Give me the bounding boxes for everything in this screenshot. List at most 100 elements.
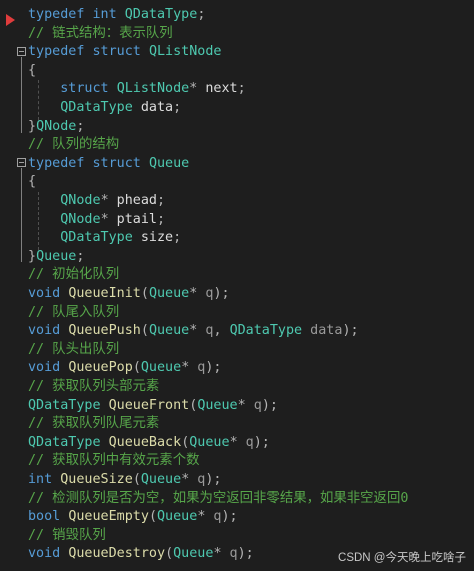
code-line[interactable]: { [0,62,474,81]
code-token: QNode [36,118,77,134]
code-line-text: // 检测队列是否为空，如果为空返回非零结果，如果非空返回0 [28,490,408,509]
code-token: ( [132,472,141,487]
code-token: ptail [108,211,157,227]
code-token: QDataType [60,100,133,115]
code-line[interactable]: // 队头出队列 [0,341,474,360]
code-token: ); [205,472,222,487]
code-token: * [237,397,246,413]
code-token: Queue [148,323,190,339]
code-token: QueueSize [60,472,133,487]
code-line[interactable]: void QueuePop(Queue* q); [0,359,474,378]
code-line-text: void QueueInit(Queue* q); [28,285,230,304]
code-line[interactable]: // 检测队列是否为空，如果为空返回非零结果，如果非空返回0 [0,490,474,509]
code-line[interactable]: // 链式结构：表示队列 [0,25,474,44]
code-line[interactable]: }Queue; [0,248,474,267]
code-line[interactable]: QNode* ptail; [0,211,474,230]
code-token: ; [157,211,166,227]
code-line-text: }Queue; [28,248,84,267]
code-line[interactable]: // 获取队列中有效元素个数 [0,452,474,471]
code-token: Queue [140,360,182,376]
code-token: ; [157,193,166,208]
code-line[interactable]: int QueueSize(Queue* q); [0,471,474,490]
code-token: QueueEmpty [68,509,149,525]
code-token: // 链式结构：表示队列 [28,25,173,41]
code-line-text: QDataType QueueBack(Queue* q); [28,434,270,453]
code-line-text: // 初始化队列 [28,266,119,285]
code-token: QDataType [60,230,133,246]
code-token: ; [237,81,246,97]
code-token: * [100,211,109,227]
code-token: // 获取队列中有效元素个数 [28,453,200,469]
code-line[interactable]: QDataType QueueFront(Queue* q); [0,397,474,416]
code-line[interactable]: QDataType QueueBack(Queue* q); [0,434,474,453]
code-line[interactable]: void QueuePush(Queue* q, QDataType data)… [0,322,474,341]
code-line-text: // 获取队列队尾元素 [28,415,159,434]
code-token: ; [76,248,85,264]
code-line[interactable]: struct QListNode* next; [0,80,474,99]
code-line[interactable]: bool QueueEmpty(Queue* q); [0,508,474,527]
code-token: , [213,323,230,339]
code-token: size [132,230,174,246]
code-line-text: // 队头出队列 [28,341,119,360]
code-token: ( [165,546,174,562]
code-line[interactable]: typedef struct Queue [0,155,474,174]
code-token: * [229,434,238,450]
code-line-text: QNode* phead; [28,192,165,211]
code-token: } [28,118,37,134]
code-line[interactable]: // 队列的结构 [0,136,474,155]
code-token: Queue [189,434,230,450]
code-token: QNode [60,193,101,208]
code-token: phead [108,193,157,208]
code-token: QDataType [28,397,101,413]
code-token: { [28,62,37,78]
code-line[interactable]: // 获取队列头部元素 [0,378,474,397]
code-token: void [28,323,61,339]
code-token: QDataType [28,434,101,450]
code-line[interactable]: // 获取队列队尾元素 [0,415,474,434]
code-line-text: typedef struct QListNode [28,43,222,62]
code-token: struct [92,44,141,60]
code-line-text: }QNode; [28,118,84,137]
code-line[interactable]: typedef struct QListNode [0,43,474,62]
code-line[interactable]: QNode* phead; [0,192,474,211]
code-line-text: // 获取队列头部元素 [28,378,159,397]
code-token: q [197,286,214,301]
code-line-text: { [28,62,36,81]
code-line[interactable]: // 初始化队列 [0,266,474,285]
code-token: // 获取队列头部元素 [28,379,160,394]
code-token: ( [148,509,157,525]
code-token: QListNode [116,81,190,97]
code-line-text: // 获取队列中有效元素个数 [28,452,199,471]
code-token: next [197,81,238,97]
code-token: ); [261,397,278,413]
code-line[interactable]: }QNode; [0,118,474,137]
code-line[interactable]: // 队尾入队列 [0,304,474,323]
code-line[interactable]: QDataType size; [0,229,474,248]
code-token: ); [237,546,254,562]
code-token: typedef [28,7,85,22]
code-editor[interactable]: typedef int QDataType;// 链式结构：表示队列 typede… [0,0,474,571]
code-token: q [205,509,222,525]
code-token: void [28,286,61,301]
code-token: * [100,193,109,208]
code-token: int [92,7,117,22]
code-line[interactable]: QDataType data; [0,99,474,118]
code-token: typedef [28,44,85,60]
code-line[interactable]: typedef int QDataType; [0,6,474,25]
code-line[interactable]: { [0,173,474,192]
code-token: ; [76,118,85,134]
code-line[interactable]: void QueueInit(Queue* q); [0,285,474,304]
code-line-text: typedef int QDataType; [28,6,205,25]
code-line-text: QDataType data; [28,99,181,118]
code-token: // 队尾入队列 [28,304,120,320]
code-token: // 队列的结构 [28,137,120,153]
code-token: bool [28,509,61,525]
code-line-text: // 队尾入队列 [28,304,119,323]
code-line[interactable]: // 销毁队列 [0,527,474,546]
